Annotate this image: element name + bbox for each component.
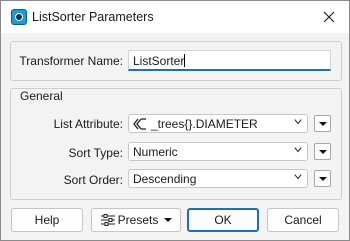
chevron-down-icon [294, 119, 302, 125]
sliders-icon [100, 214, 115, 226]
list-attribute-select[interactable]: _trees{}.DIAMETER [128, 114, 308, 133]
title-bar: ListSorter Parameters [1, 1, 349, 33]
text-caret [184, 54, 186, 67]
sort-order-label: Sort Order: [63, 173, 123, 187]
sort-type-label: Sort Type: [68, 146, 123, 160]
ok-button[interactable]: OK [187, 208, 259, 232]
cancel-button[interactable]: Cancel [267, 208, 339, 232]
sort-type-value: Numeric [133, 145, 178, 159]
list-attribute-label: List Attribute: [53, 117, 123, 131]
transformer-name-input[interactable]: ListSorter [128, 50, 331, 71]
chevron-down-icon [294, 174, 302, 180]
presets-button[interactable]: Presets [91, 208, 181, 232]
presets-label: Presets [117, 213, 159, 227]
list-attribute-menu-button[interactable] [314, 115, 331, 132]
window-title: ListSorter Parameters [32, 10, 154, 24]
sort-order-value: Descending [133, 172, 197, 186]
chevron-down-icon [294, 147, 302, 153]
sort-order-select[interactable]: Descending [128, 169, 308, 188]
sort-type-menu-button[interactable] [314, 143, 331, 160]
transformer-name-label: Transformer Name: [19, 54, 123, 68]
dialog-window: ListSorter Parameters Transformer Name: … [0, 0, 350, 241]
transformer-name-value: ListSorter [133, 54, 185, 68]
sort-order-menu-button[interactable] [314, 170, 331, 187]
help-button[interactable]: Help [11, 208, 83, 232]
list-attribute-value: _trees{}.DIAMETER [151, 117, 258, 131]
sort-type-select[interactable]: Numeric [128, 142, 308, 161]
transformer-name-group: Transformer Name: ListSorter [10, 41, 342, 81]
general-group: General List Attribute: _trees{}.DIAMETE… [10, 88, 342, 200]
general-group-title: General [20, 89, 63, 103]
fme-app-icon [11, 9, 27, 25]
attribute-list-icon [133, 118, 146, 130]
close-icon [323, 11, 335, 23]
close-button[interactable] [319, 7, 339, 27]
caret-down-icon [164, 218, 173, 222]
